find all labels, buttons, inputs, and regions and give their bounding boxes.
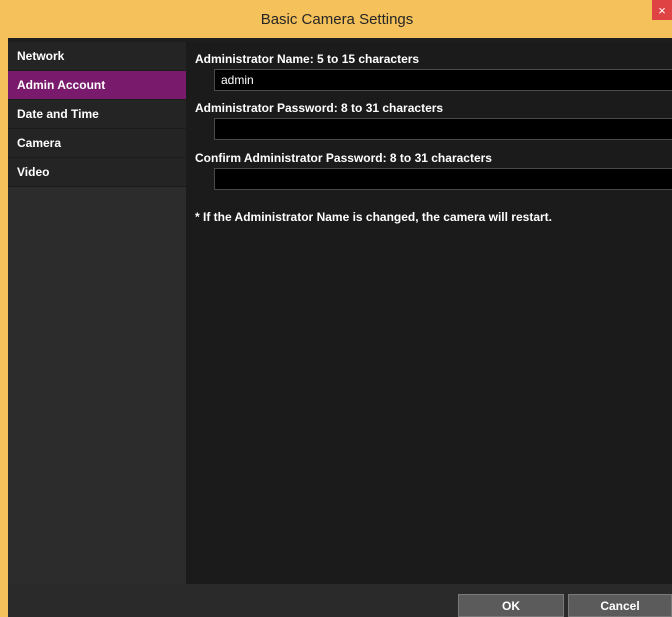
- confirm-password-label: Confirm Administrator Password: 8 to 31 …: [195, 151, 492, 165]
- window-border-left: [0, 38, 8, 617]
- sidebar-item-admin-account[interactable]: Admin Account: [8, 71, 186, 100]
- sidebar-item-date-and-time[interactable]: Date and Time: [8, 100, 186, 129]
- title-bar: Basic Camera Settings ×: [0, 0, 672, 38]
- admin-name-label: Administrator Name: 5 to 15 characters: [195, 52, 420, 66]
- sidebar-item-video[interactable]: Video: [8, 158, 186, 187]
- cancel-button[interactable]: Cancel: [568, 594, 672, 617]
- admin-password-input[interactable]: [214, 118, 672, 140]
- ok-button[interactable]: OK: [458, 594, 564, 617]
- basic-camera-settings-dialog: Basic Camera Settings × Network Admin Ac…: [0, 0, 672, 617]
- settings-sidebar: Network Admin Account Date and Time Came…: [8, 42, 186, 584]
- admin-password-label: Administrator Password: 8 to 31 characte…: [195, 101, 444, 115]
- window-title: Basic Camera Settings: [260, 10, 414, 28]
- admin-account-panel: Administrator Name: 5 to 15 characters A…: [186, 42, 672, 584]
- restart-note: * If the Administrator Name is changed, …: [195, 210, 552, 224]
- sidebar-item-camera[interactable]: Camera: [8, 129, 186, 158]
- confirm-password-input[interactable]: [214, 168, 672, 190]
- sidebar-item-network[interactable]: Network: [8, 42, 186, 71]
- close-icon[interactable]: ×: [652, 0, 672, 20]
- dialog-footer: OK Cancel: [8, 584, 672, 617]
- admin-name-input[interactable]: [214, 69, 672, 91]
